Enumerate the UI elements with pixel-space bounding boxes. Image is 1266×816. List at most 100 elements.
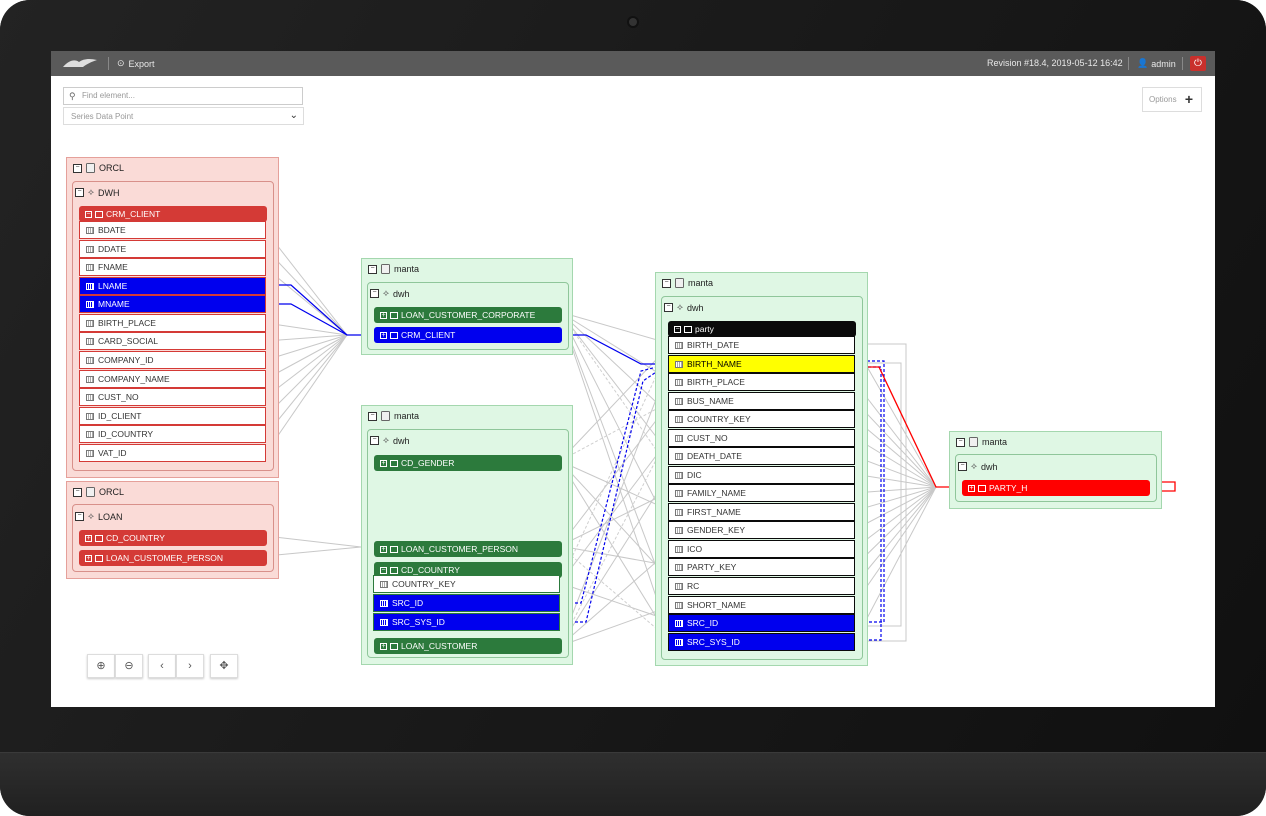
column-name: SRC_ID [392, 598, 424, 608]
column-src-sys-id[interactable]: SRC_SYS_ID [373, 613, 560, 631]
schema-header: − ⟡ dwh [664, 302, 703, 313]
column-family-name[interactable]: FAMILY_NAME [668, 484, 855, 502]
table-name: CD_COUNTRY [106, 533, 165, 543]
center-view-icon[interactable]: ✥ [210, 654, 238, 678]
column-mname[interactable]: MNAME [79, 295, 266, 313]
column-country-key[interactable]: COUNTRY_KEY [373, 575, 560, 593]
schema-dwh[interactable]: − ⟡ dwh + PARTY_H [955, 454, 1157, 502]
expand-icon[interactable]: + [85, 534, 92, 542]
schema-loan[interactable]: − ⟡ LOAN + CD_COUNTRY + LOAN_CUSTOMER_PE… [72, 504, 274, 572]
column-icon [86, 449, 94, 457]
column-first-name[interactable]: FIRST_NAME [668, 503, 855, 521]
collapse-icon[interactable]: − [85, 210, 92, 218]
collapse-icon[interactable]: − [368, 264, 377, 274]
table-loan-customer-corporate[interactable]: + LOAN_CUSTOMER_CORPORATE [374, 307, 562, 323]
collapse-icon[interactable]: − [380, 566, 387, 574]
zoom-out-icon[interactable]: ⊖ [115, 654, 143, 678]
column-id-client[interactable]: ID_CLIENT [79, 407, 266, 425]
column-ico[interactable]: ICO [668, 540, 855, 558]
column-icon [86, 263, 94, 271]
column-cust-no[interactable]: CUST_NO [668, 429, 855, 447]
expand-icon[interactable]: + [380, 545, 387, 553]
collapse-icon[interactable]: − [674, 325, 681, 333]
column-name: COMPANY_NAME [98, 374, 170, 384]
column-fname[interactable]: FNAME [79, 258, 266, 276]
column-rc[interactable]: RC [668, 577, 855, 595]
table-loan-customer-person[interactable]: + LOAN_CUSTOMER_PERSON [79, 550, 267, 566]
column-party-key[interactable]: PARTY_KEY [668, 558, 855, 576]
expand-icon[interactable]: + [380, 331, 387, 339]
db-header: − manta [368, 411, 419, 421]
column-birth-name[interactable]: BIRTH_NAME [668, 355, 855, 373]
table-loan-customer-person[interactable]: + LOAN_CUSTOMER_PERSON [374, 541, 562, 557]
manta-dwh-database-4[interactable]: − manta − ⟡ dwh + PARTY_H [949, 431, 1162, 509]
table-crm-client[interactable]: − CRM_CLIENT [79, 206, 267, 222]
table-party-h[interactable]: + PARTY_H [962, 480, 1150, 496]
column-src-id[interactable]: SRC_ID [668, 614, 855, 632]
column-icon [675, 508, 683, 516]
expand-icon[interactable]: + [380, 459, 387, 467]
column-src-sys-id[interactable]: SRC_SYS_ID [668, 633, 855, 651]
expand-icon[interactable]: + [380, 642, 387, 650]
zoom-controls: ⊕ ⊖ [87, 654, 143, 678]
pan-left-icon[interactable]: ‹ [148, 654, 176, 678]
column-name: RC [687, 581, 700, 591]
table-party[interactable]: − party [668, 321, 856, 337]
table-loan-customer[interactable]: + LOAN_CUSTOMER [374, 638, 562, 654]
column-death-date[interactable]: DEATH_DATE [668, 447, 855, 465]
table-cd-gender[interactable]: + CD_GENDER [374, 455, 562, 471]
column-birth-place[interactable]: BIRTH_PLACE [668, 373, 855, 391]
collapse-icon[interactable]: − [370, 436, 379, 445]
table-icon [390, 642, 398, 650]
column-card-social[interactable]: CARD_SOCIAL [79, 332, 266, 350]
collapse-icon[interactable]: − [73, 163, 82, 173]
collapse-icon[interactable]: − [75, 512, 84, 521]
table-icon [95, 210, 103, 218]
db-name: manta [688, 278, 714, 288]
column-short-name[interactable]: SHORT_NAME [668, 596, 855, 614]
table-name: CD_COUNTRY [401, 565, 460, 575]
column-cust-no[interactable]: CUST_NO [79, 388, 266, 406]
collapse-icon[interactable]: − [956, 437, 965, 447]
zoom-in-icon[interactable]: ⊕ [87, 654, 115, 678]
column-icon [86, 430, 94, 438]
table-icon [978, 484, 986, 492]
column-name: MNAME [98, 299, 130, 309]
table-icon [390, 566, 398, 574]
manta-dwh-database-1[interactable]: − manta − ⟡ dwh + LOAN_CUSTOMER_CORPORAT… [361, 258, 573, 355]
table-icon [390, 545, 398, 553]
collapse-icon[interactable]: − [664, 303, 673, 312]
collapse-icon[interactable]: − [370, 289, 379, 298]
column-icon [675, 489, 683, 497]
column-ddate[interactable]: DDATE [79, 240, 266, 258]
expand-icon[interactable]: + [85, 554, 92, 562]
expand-icon[interactable]: + [968, 484, 975, 492]
orcl-loan-database[interactable]: − ORCL − ⟡ LOAN + CD_COUNTRY + LOAN_CUST… [66, 481, 279, 579]
column-birth-place[interactable]: BIRTH_PLACE [79, 314, 266, 332]
column-lname[interactable]: LNAME [79, 277, 266, 295]
column-bus-name[interactable]: BUS_NAME [668, 392, 855, 410]
schema-icon: ⟡ [383, 435, 389, 445]
column-gender-key[interactable]: GENDER_KEY [668, 521, 855, 539]
schema-dwh[interactable]: − ⟡ dwh + LOAN_CUSTOMER_CORPORATE + CRM_… [367, 282, 569, 350]
column-src-id[interactable]: SRC_ID [373, 594, 560, 612]
table-crm-client-target[interactable]: + CRM_CLIENT [374, 327, 562, 343]
column-bdate[interactable]: BDATE [79, 221, 266, 239]
column-country-key[interactable]: COUNTRY_KEY [668, 410, 855, 428]
collapse-icon[interactable]: − [368, 411, 377, 421]
collapse-icon[interactable]: − [75, 188, 84, 197]
column-birth-date[interactable]: BIRTH_DATE [668, 336, 855, 354]
column-id-country[interactable]: ID_COUNTRY [79, 425, 266, 443]
table-cd-country[interactable]: + CD_COUNTRY [79, 530, 267, 546]
collapse-icon[interactable]: − [662, 278, 671, 288]
table-icon [684, 325, 692, 333]
column-dic[interactable]: DIC [668, 466, 855, 484]
column-company-name[interactable]: COMPANY_NAME [79, 370, 266, 388]
collapse-icon[interactable]: − [958, 462, 967, 471]
pan-right-icon[interactable]: › [176, 654, 204, 678]
expand-icon[interactable]: + [380, 311, 387, 319]
table-name: CRM_CLIENT [401, 330, 456, 340]
collapse-icon[interactable]: − [73, 487, 82, 497]
column-company-id[interactable]: COMPANY_ID [79, 351, 266, 369]
column-vat-id[interactable]: VAT_ID [79, 444, 266, 462]
